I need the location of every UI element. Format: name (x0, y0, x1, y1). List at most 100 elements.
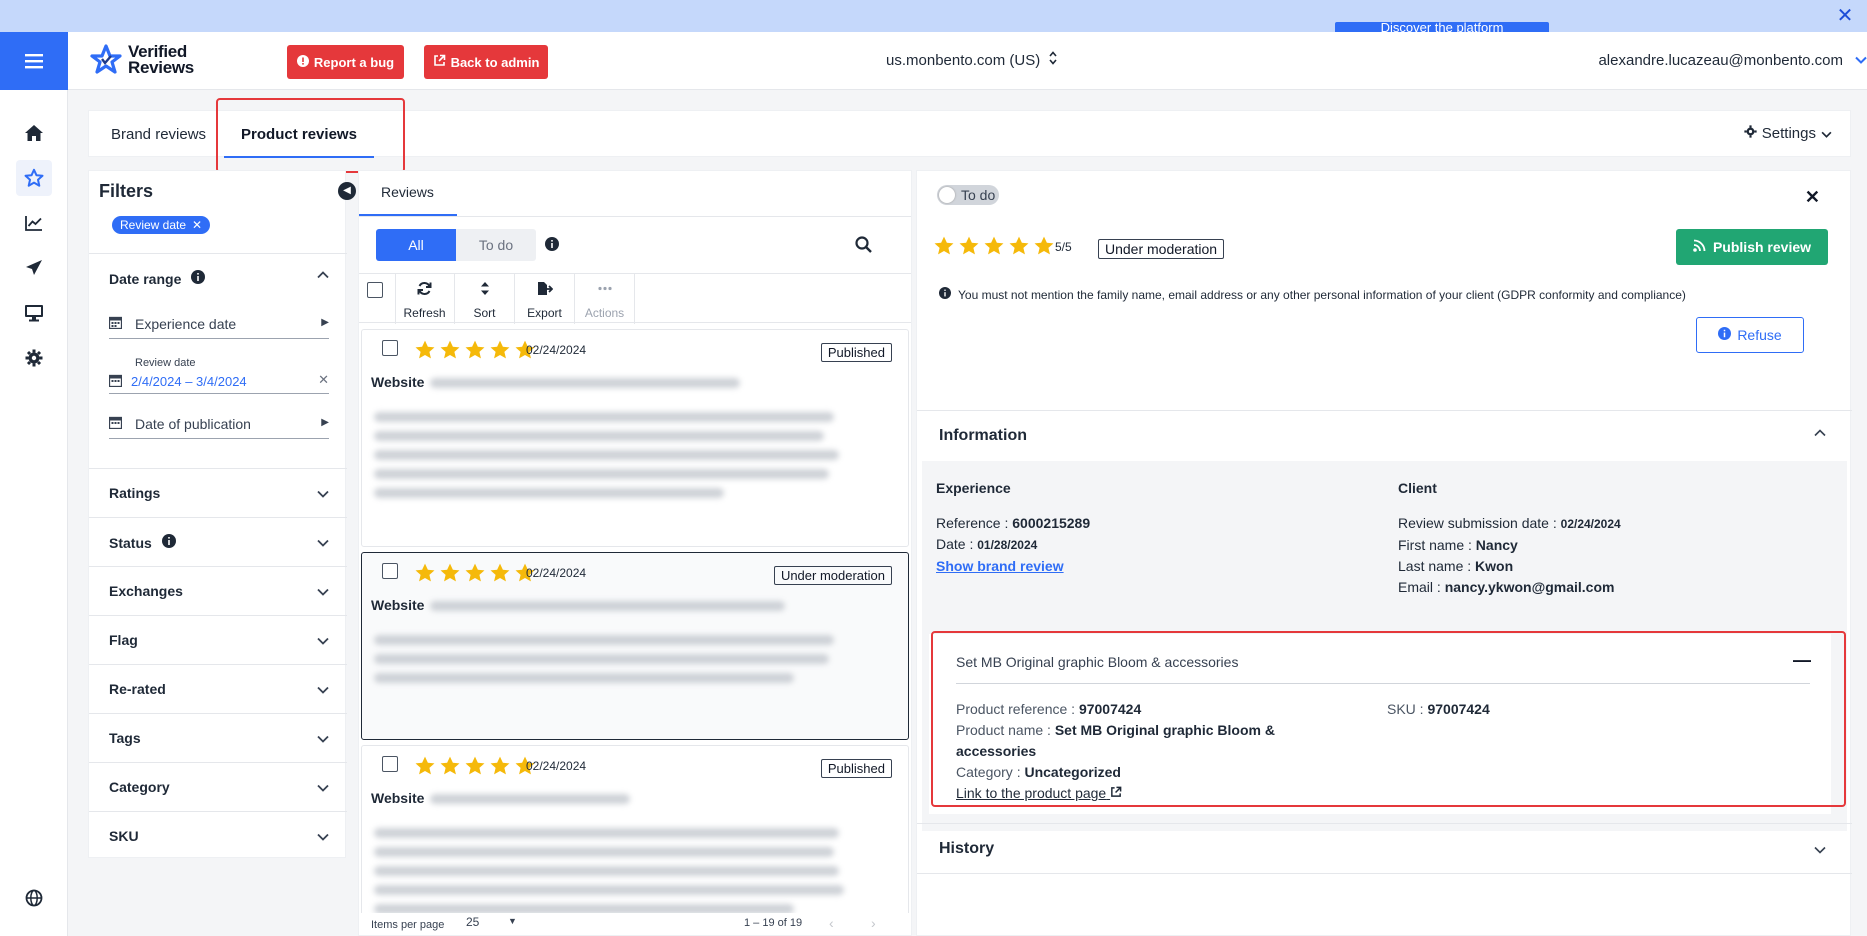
redacted-text (374, 828, 839, 838)
search-icon[interactable] (855, 236, 872, 256)
publish-review-button[interactable]: Publish review (1676, 229, 1828, 265)
monitor-icon[interactable] (16, 295, 52, 331)
filter-section-tags[interactable]: Tags (89, 713, 347, 762)
external-link-icon (433, 54, 446, 70)
updown-chevron-icon (1048, 50, 1058, 70)
product-details: Product reference : 97007424 Product nam… (956, 699, 1356, 804)
chevron-down-icon[interactable] (1855, 51, 1867, 67)
gear-icon[interactable] (16, 340, 52, 376)
filters-title: Filters (99, 181, 154, 201)
status-badge: Published (820, 343, 892, 362)
review-card[interactable]: 02/24/2024 Published Website (361, 745, 909, 935)
back-to-admin-label: Back to admin (450, 54, 540, 70)
review-source: Website (371, 790, 425, 806)
collapse-left-icon[interactable]: ◀ (338, 182, 356, 200)
filter-section-rerated[interactable]: Re-rated (89, 664, 347, 713)
sort-button[interactable]: Sort (455, 274, 515, 324)
review-date: 02/24/2024 (526, 759, 587, 773)
information-section-header[interactable]: Information (917, 410, 1852, 460)
review-date-field[interactable]: Review date 2/4/2024 – 3/4/2024 ✕ (108, 354, 329, 394)
refresh-button[interactable]: Refresh (395, 274, 455, 324)
export-button[interactable]: Export (515, 274, 575, 324)
refuse-button[interactable]: Refuse (1696, 317, 1804, 353)
filter-section-ratings[interactable]: Ratings (89, 468, 347, 517)
todo-toggle-label: To do (961, 187, 996, 203)
globe-icon[interactable] (16, 880, 52, 916)
filter-section-sku[interactable]: SKU (89, 811, 347, 858)
experience-date-field[interactable]: Experience date ▶ (108, 309, 329, 339)
review-date-value: 2/4/2024 – 3/4/2024 (131, 374, 247, 389)
select-all-checkbox[interactable] (367, 282, 383, 298)
banner-close-icon[interactable]: ✕ (1833, 4, 1857, 28)
star-icon (440, 563, 460, 582)
show-brand-review-link[interactable]: Show brand review (936, 556, 1356, 577)
chip-close-icon[interactable]: ✕ (192, 216, 202, 234)
rating-stars (414, 755, 536, 777)
collapse-minus-icon[interactable]: — (1793, 650, 1811, 671)
filter-section-flag[interactable]: Flag (89, 615, 347, 664)
clear-icon[interactable]: ✕ (318, 372, 329, 388)
calendar-icon (108, 316, 123, 332)
settings-menu[interactable]: Settings (1744, 125, 1832, 142)
gear-icon (1744, 125, 1757, 142)
chevron-down-icon (317, 536, 329, 550)
chevron-down-icon (317, 683, 329, 697)
items-per-page-select[interactable]: 25 ▼ (466, 915, 528, 933)
next-page-icon[interactable]: › (871, 915, 876, 931)
todo-toggle[interactable]: To do (937, 185, 999, 205)
star-icon (490, 756, 510, 775)
history-title: History (939, 840, 995, 857)
tab-reviews[interactable]: Reviews (359, 171, 457, 216)
filter-section-exchanges[interactable]: Exchanges (89, 566, 347, 615)
info-icon[interactable] (545, 237, 559, 254)
filter-label: Exchanges (109, 583, 183, 599)
menu-icon[interactable] (0, 32, 68, 90)
date-range-header[interactable]: Date range (109, 270, 206, 287)
items-per-page-value: 25 (466, 915, 480, 929)
back-to-admin-button[interactable]: Back to admin (424, 45, 548, 79)
send-icon[interactable] (16, 250, 52, 286)
filter-todo-button[interactable]: To do (456, 229, 536, 261)
chevron-up-icon[interactable] (317, 268, 329, 282)
chevron-down-icon (1814, 842, 1826, 857)
logo[interactable]: Verified Reviews (90, 43, 194, 76)
filter-section-status[interactable]: Status (89, 517, 347, 566)
user-email[interactable]: alexandre.lucazeau@monbento.com (1598, 52, 1843, 69)
star-icon[interactable] (16, 160, 52, 196)
review-checkbox[interactable] (382, 563, 398, 579)
actions-button[interactable]: Actions (575, 274, 635, 324)
star-icon (440, 340, 460, 359)
product-sku: SKU : 97007424 (1387, 701, 1490, 717)
review-card[interactable]: 02/24/2024 Published Website (361, 329, 909, 547)
rating-stars (414, 562, 536, 584)
home-icon[interactable] (16, 115, 52, 151)
experience-reference: Reference : 6000215289 (936, 515, 1091, 531)
filter-section-category[interactable]: Category (89, 762, 347, 811)
sidebar (0, 90, 68, 936)
report-bug-button[interactable]: Report a bug (287, 45, 404, 79)
actions-label: Actions (584, 306, 625, 320)
close-icon[interactable]: ✕ (1805, 187, 1820, 208)
caret-right-icon: ▶ (321, 317, 329, 328)
tab-brand-reviews[interactable]: Brand reviews (111, 111, 206, 158)
product-title: Set MB Original graphic Bloom & accessor… (956, 654, 1239, 670)
star-icon (959, 236, 979, 255)
product-name: Product name : Set MB Original graphic B… (956, 722, 1275, 759)
filter-all-button[interactable]: All (376, 229, 456, 261)
review-checkbox[interactable] (382, 340, 398, 356)
history-section-header[interactable]: History (917, 823, 1852, 873)
tab-product-reviews[interactable]: Product reviews (224, 111, 374, 158)
publication-date-field[interactable]: Date of publication ▶ (108, 409, 329, 439)
review-checkbox[interactable] (382, 756, 398, 772)
prev-page-icon[interactable]: ‹ (829, 915, 834, 931)
chart-icon[interactable] (16, 205, 52, 241)
more-icon (575, 281, 634, 297)
domain-selector[interactable]: us.monbento.com (US) (886, 50, 1058, 70)
rating-stars (414, 339, 536, 361)
review-date-chip[interactable]: Review date ✕ (112, 216, 211, 234)
product-reference: Product reference : 97007424 (956, 701, 1142, 717)
product-page-link[interactable]: Link to the product page (956, 783, 1356, 804)
filter-label: Re-rated (109, 681, 166, 697)
review-date: 02/24/2024 (526, 343, 587, 357)
review-card-selected[interactable]: 02/24/2024 Under moderation Website (361, 552, 909, 740)
